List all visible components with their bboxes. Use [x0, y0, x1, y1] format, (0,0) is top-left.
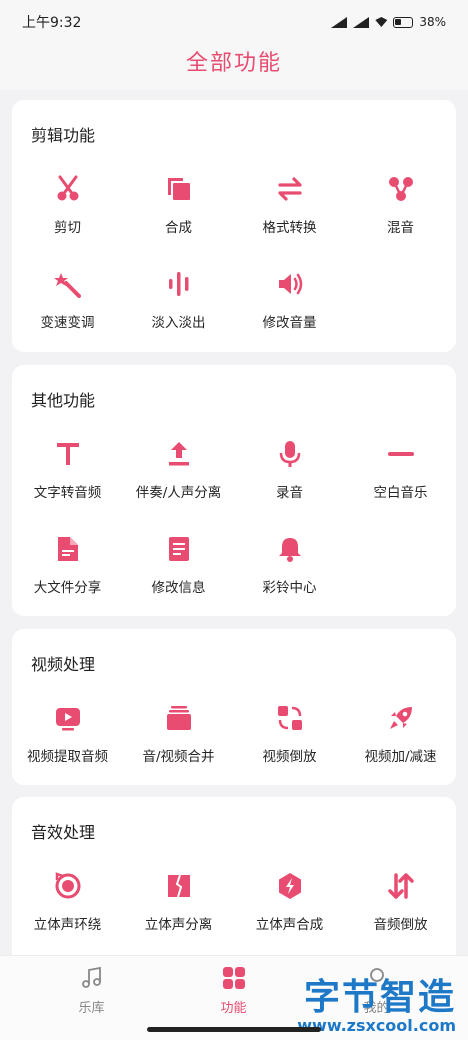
signal-icon: [331, 16, 348, 28]
feature-label: 视频提取音频: [27, 749, 108, 765]
video-play-icon: [53, 703, 83, 733]
feature-label: 修改信息: [151, 580, 206, 596]
feature-mix[interactable]: 混音: [345, 166, 456, 242]
feature-label: 视频加/减速: [364, 749, 437, 765]
watermark-title: 字节智造: [303, 976, 456, 1018]
feature-stereo-surround[interactable]: 立体声环绕: [12, 863, 123, 939]
rocket-icon: [386, 703, 416, 733]
text-icon: [53, 439, 83, 469]
feature-label: 剪切: [54, 220, 81, 236]
feature-video-speed[interactable]: 视频加/减速: [345, 695, 456, 771]
status-icons: 38%: [331, 15, 446, 29]
battery-level: 38%: [419, 15, 446, 29]
section-title: 音效处理: [31, 823, 96, 842]
magic-wand-icon: [53, 269, 83, 299]
feature-label: 修改音量: [262, 315, 317, 331]
tab-library[interactable]: 乐库: [33, 956, 150, 1026]
tab-functions[interactable]: 功能: [175, 956, 292, 1026]
section-card-video: 视频处理 视频提取音频 音/视频合并 视频倒放 视频加/减速: [12, 629, 456, 785]
feature-label: 伴奏/人声分离: [135, 485, 222, 501]
feature-label: 音频倒放: [373, 917, 428, 933]
section-card-edit: 剪辑功能 剪切 合成 格式转换 混音 变速变调 淡入淡出 修改音量: [12, 100, 456, 352]
bolt-hexagon-icon: [275, 871, 305, 901]
scissors-icon: [53, 174, 83, 204]
feature-volume[interactable]: 修改音量: [234, 261, 345, 337]
file-icon: [53, 534, 83, 564]
bell-icon: [275, 534, 305, 564]
feature-label: 合成: [165, 220, 192, 236]
document-edit-icon: [164, 534, 194, 564]
merge-layers-icon: [164, 174, 194, 204]
mix-nodes-icon: [386, 174, 416, 204]
wifi-icon: [375, 17, 388, 27]
feature-label: 立体声环绕: [33, 917, 102, 933]
feature-record[interactable]: 录音: [234, 431, 345, 507]
feature-label: 立体声合成: [255, 917, 324, 933]
upload-icon: [164, 439, 194, 469]
feature-label: 音/视频合并: [142, 749, 215, 765]
section-title: 其他功能: [31, 391, 96, 410]
feature-label: 混音: [387, 220, 414, 236]
feature-label: 淡入淡出: [151, 315, 206, 331]
feature-label: 大文件分享: [33, 580, 102, 596]
section-card-audio-effects: 音效处理 立体声环绕 立体声分离 立体声合成 音频倒放: [12, 797, 456, 967]
feature-video-extract-audio[interactable]: 视频提取音频: [12, 695, 123, 771]
signal-icon: [353, 16, 370, 28]
watermark-url: www.zsxcool.com: [297, 1016, 456, 1035]
section-title: 视频处理: [31, 655, 96, 674]
feature-label: 文字转音频: [33, 485, 102, 501]
feature-format-convert[interactable]: 格式转换: [234, 166, 345, 242]
waveform-icon: [164, 269, 194, 299]
apps-grid-icon: [221, 965, 247, 991]
volume-icon: [275, 269, 305, 299]
feature-merge[interactable]: 合成: [123, 166, 234, 242]
feature-large-file-share[interactable]: 大文件分享: [12, 526, 123, 602]
feature-label: 格式转换: [262, 220, 317, 236]
tab-label: 乐库: [78, 1001, 105, 1016]
feature-label: 彩铃中心: [262, 580, 317, 596]
home-indicator[interactable]: [147, 1027, 321, 1032]
feature-edit-info[interactable]: 修改信息: [123, 526, 234, 602]
battery-icon: [393, 16, 414, 28]
tab-label: 功能: [220, 1001, 247, 1016]
minus-bar-icon: [386, 439, 416, 469]
convert-arrows-icon: [275, 174, 305, 204]
feature-label: 录音: [276, 485, 303, 501]
music-note-icon: [79, 965, 105, 991]
feature-stereo-compose[interactable]: 立体声合成: [234, 863, 345, 939]
feature-av-merge[interactable]: 音/视频合并: [123, 695, 234, 771]
status-time: 上午9:32: [22, 15, 82, 31]
split-icon: [164, 871, 194, 901]
feature-label: 空白音乐: [373, 485, 428, 501]
stack-icon: [164, 703, 194, 733]
microphone-icon: [275, 439, 305, 469]
feature-audio-reverse[interactable]: 音频倒放: [345, 863, 456, 939]
feature-blank-music[interactable]: 空白音乐: [345, 431, 456, 507]
feature-label: 变速变调: [40, 315, 95, 331]
section-title: 剪辑功能: [31, 126, 96, 145]
feature-speed-pitch[interactable]: 变速变调: [12, 261, 123, 337]
surround-icon: [53, 871, 83, 901]
page-title: 全部功能: [0, 44, 468, 90]
feature-fade[interactable]: 淡入淡出: [123, 261, 234, 337]
reverse-arrows-icon: [386, 871, 416, 901]
feature-video-reverse[interactable]: 视频倒放: [234, 695, 345, 771]
feature-label: 视频倒放: [262, 749, 317, 765]
feature-ringtone-center[interactable]: 彩铃中心: [234, 526, 345, 602]
feature-text-to-audio[interactable]: 文字转音频: [12, 431, 123, 507]
feature-label: 立体声分离: [144, 917, 213, 933]
section-card-other: 其他功能 文字转音频 伴奏/人声分离 录音 空白音乐 大文件分享 修改信息 彩铃…: [12, 365, 456, 616]
reverse-squares-icon: [275, 703, 305, 733]
feature-cut[interactable]: 剪切: [12, 166, 123, 242]
feature-stereo-split[interactable]: 立体声分离: [123, 863, 234, 939]
feature-vocal-separation[interactable]: 伴奏/人声分离: [123, 431, 234, 507]
status-bar: 上午9:32 38%: [0, 0, 468, 44]
